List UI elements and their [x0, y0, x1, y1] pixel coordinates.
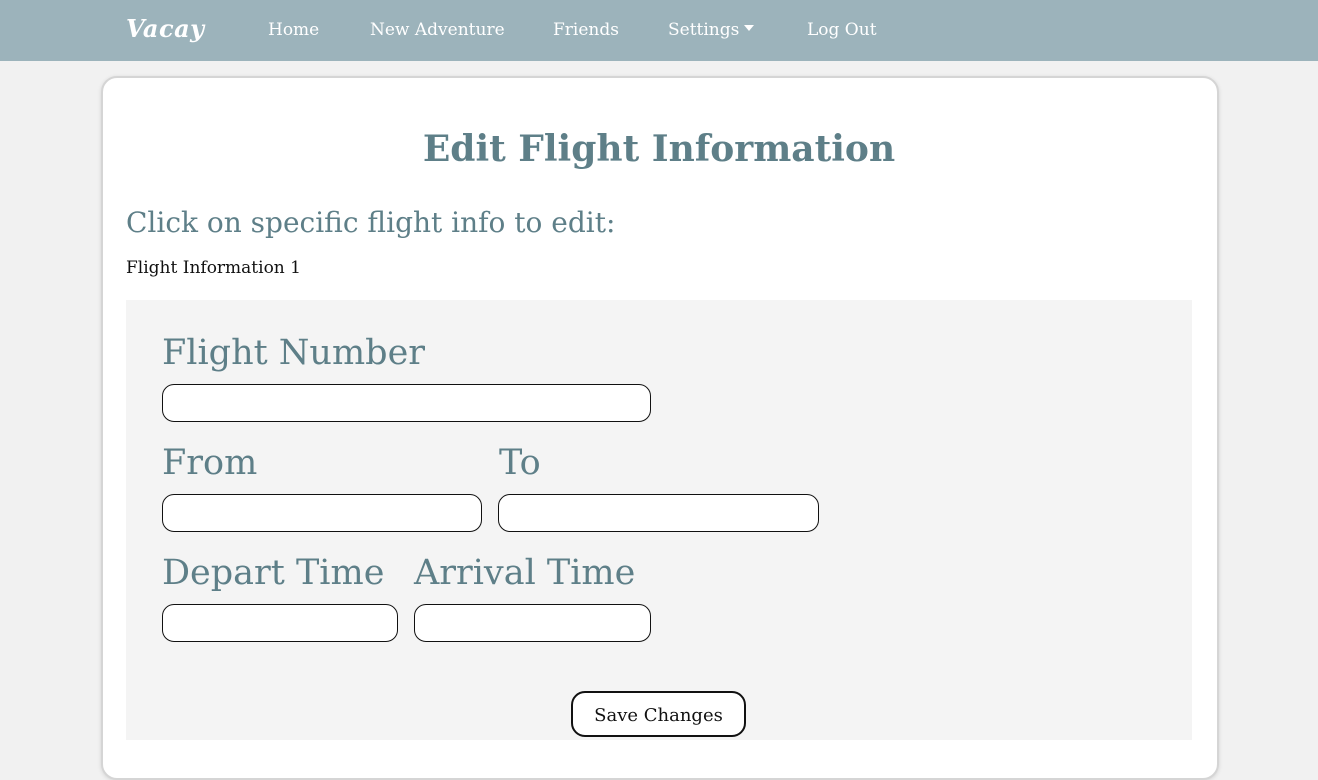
- nav-link-home[interactable]: Home: [268, 20, 319, 40]
- nav-link-log-out[interactable]: Log Out: [807, 20, 877, 40]
- to-input[interactable]: [498, 494, 819, 532]
- nav-link-new-adventure[interactable]: New Adventure: [370, 20, 505, 40]
- depart-time-label: Depart Time: [162, 553, 385, 593]
- flight-number-label: Flight Number: [162, 333, 426, 373]
- top-navbar: Vacay Home New Adventure Friends Setting…: [0, 0, 1318, 61]
- arrival-time-input[interactable]: [414, 604, 651, 642]
- caret-down-icon: [744, 25, 755, 31]
- settings-label: Settings: [668, 20, 740, 40]
- nav-dropdown-settings[interactable]: Settings: [668, 20, 755, 40]
- flight-section-label[interactable]: Flight Information 1: [126, 258, 301, 278]
- page-title: Edit Flight Information: [422, 128, 896, 170]
- save-changes-button[interactable]: Save Changes: [571, 691, 746, 737]
- from-input[interactable]: [162, 494, 482, 532]
- flight-number-input[interactable]: [162, 384, 651, 422]
- brand-logo[interactable]: Vacay: [126, 14, 205, 43]
- nav-link-friends[interactable]: Friends: [553, 20, 619, 40]
- page-subtitle: Click on specific flight info to edit:: [126, 206, 616, 239]
- arrival-time-label: Arrival Time: [414, 553, 636, 593]
- flight-form-panel: Flight Number From To Depart Time Arriva…: [126, 300, 1192, 740]
- from-label: From: [162, 443, 258, 483]
- to-label: To: [499, 443, 541, 483]
- depart-time-input[interactable]: [162, 604, 398, 642]
